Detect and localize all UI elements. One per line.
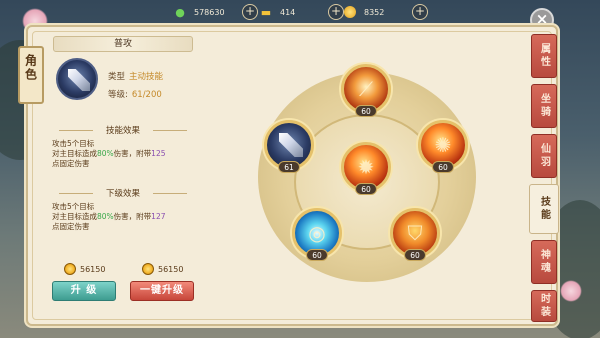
upgrade-cost: 56150	[64, 262, 105, 276]
effect-title: 技能效果	[53, 124, 193, 136]
next-effect-title: 下级效果	[53, 187, 193, 199]
skill-level-label: 等级:	[108, 90, 128, 100]
effect-line: 攻击5个目标	[52, 202, 95, 211]
one-key-cost: 56150	[142, 262, 183, 276]
skill-node-center[interactable]: ✹ 60	[341, 142, 391, 195]
currency-leaf: ● 578630 +	[172, 3, 258, 21]
skill-name: 普攻	[53, 36, 193, 52]
skill-type-value: 主动技能	[129, 72, 164, 82]
next-effect-description: 攻击5个目标 对主目标造成80%伤害，附带127 点固定伤害	[52, 202, 198, 232]
skill-level-badge: 61	[278, 161, 300, 173]
right-tab-bar: 属性 坐骑 仙羽 技能 神魂 时装	[529, 32, 561, 322]
skill-icon	[56, 58, 98, 100]
tab-soul[interactable]: 神魂	[531, 240, 557, 284]
upgrade-button[interactable]: 升 级	[52, 281, 116, 301]
effect-line: 对主目标造成80%伤害，附带125	[52, 149, 166, 158]
blade-icon	[68, 69, 90, 91]
skill-level-badge: 60	[306, 249, 328, 261]
currency-coin: 8352 +	[342, 3, 428, 21]
blossom-decoration	[560, 280, 582, 302]
role-tab[interactable]: 角色	[18, 46, 44, 104]
add-currency-button[interactable]: +	[412, 4, 428, 20]
currency-gold: ▬ 414 +	[258, 3, 344, 21]
skill-node-bottom-left[interactable]: ◎ 60	[292, 208, 342, 261]
coin-icon	[64, 263, 76, 275]
tab-fashion[interactable]: 时装	[531, 290, 557, 322]
gold-ingot-icon: ▬	[260, 5, 272, 19]
upgrade-cost-value: 56150	[80, 264, 106, 274]
skill-level-badge: 60	[432, 161, 454, 173]
skill-info-card: 普攻 类型 主动技能 等级: 61/200 技能效果 攻击5个目标 对主目标造成80…	[48, 36, 198, 306]
skill-level: 等级: 61/200	[108, 88, 162, 100]
skill-type-label: 类型	[108, 72, 126, 82]
effect-line: 攻击5个目标	[52, 139, 95, 148]
currency-value: 8352	[364, 7, 385, 17]
skill-node-right[interactable]: ✺ 60	[418, 120, 468, 173]
coin-icon	[342, 4, 358, 20]
blade-icon	[279, 133, 303, 157]
tab-wings[interactable]: 仙羽	[531, 134, 557, 178]
one-key-cost-value: 56150	[158, 264, 184, 274]
skill-level-badge: 60	[355, 183, 377, 195]
skill-node-left[interactable]: 61	[264, 120, 314, 173]
effect-line: 点固定伤害	[52, 159, 90, 168]
skill-node-bottom-right[interactable]: ⛉ 60	[390, 208, 440, 261]
skill-wheel: ⟋ 60 61 ✺ 60 ✹ 60 ◎ 60 ⛉ 60	[238, 50, 508, 310]
skill-node-top[interactable]: ⟋ 60	[341, 64, 391, 117]
add-currency-button[interactable]: +	[242, 4, 258, 20]
currency-bar: ● 578630 + ▬ 414 + 8352 +	[160, 0, 428, 24]
skill-type: 类型 主动技能	[108, 70, 163, 82]
tab-attributes[interactable]: 属性	[531, 34, 557, 78]
tab-mount[interactable]: 坐骑	[531, 84, 557, 128]
skill-level-badge: 60	[404, 249, 426, 261]
tab-skills[interactable]: 技能	[529, 184, 559, 234]
currency-value: 414	[280, 7, 296, 17]
coin-icon	[142, 263, 154, 275]
effect-description: 攻击5个目标 对主目标造成80%伤害，附带125 点固定伤害	[52, 139, 198, 169]
skill-level-value: 61/200	[131, 90, 162, 100]
effect-line: 点固定伤害	[52, 222, 90, 231]
effect-line: 对主目标造成80%伤害，附带127	[52, 212, 166, 221]
skill-level-badge: 60	[355, 105, 377, 117]
one-key-upgrade-button[interactable]: 一键升级	[130, 281, 194, 301]
role-tab-label: 角色	[23, 54, 38, 82]
leaf-icon: ●	[175, 5, 185, 19]
currency-value: 578630	[194, 7, 225, 17]
